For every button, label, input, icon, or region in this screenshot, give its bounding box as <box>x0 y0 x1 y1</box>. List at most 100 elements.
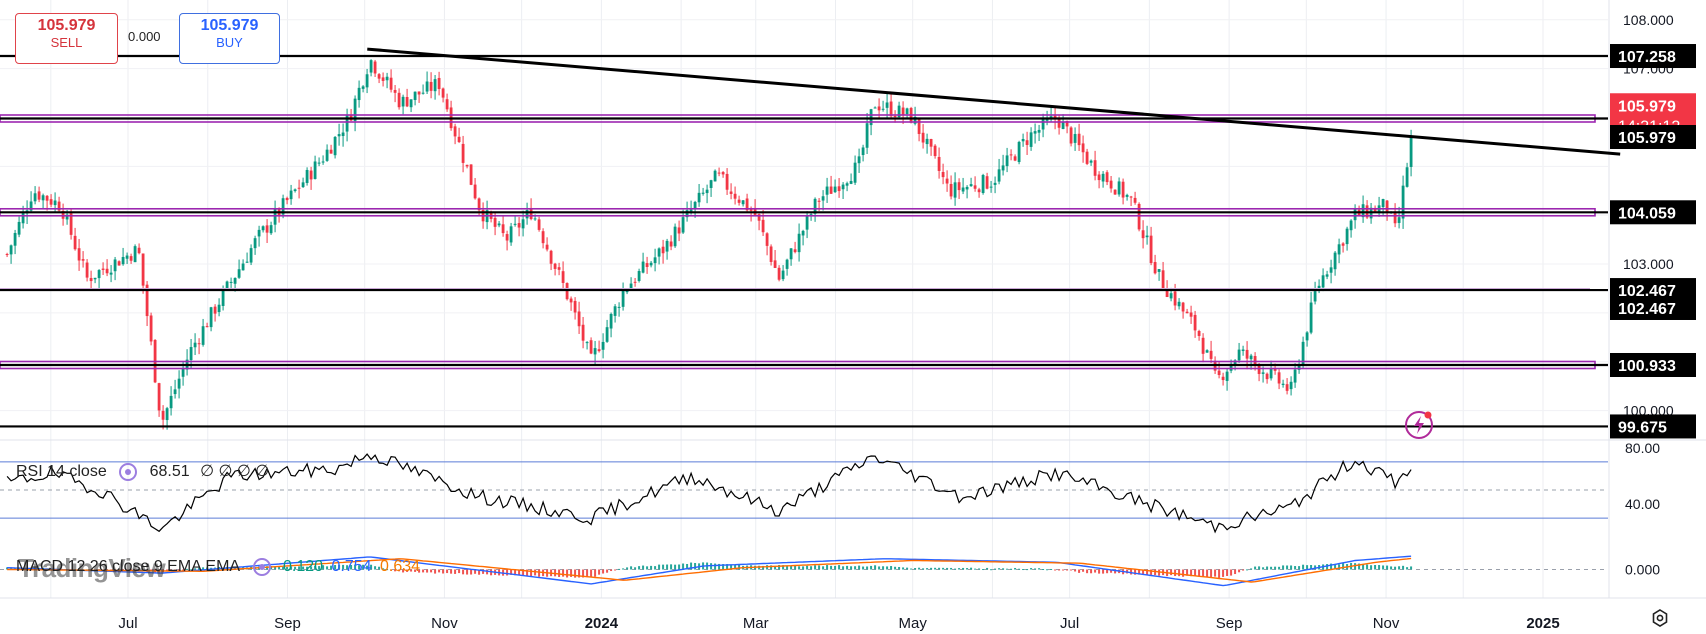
candle-body <box>585 342 589 344</box>
macd-histogram-bar <box>666 564 669 570</box>
sell-button[interactable]: 105.979 SELL <box>15 13 118 64</box>
candle-body <box>309 170 313 180</box>
candle-body <box>645 263 649 268</box>
candle-body <box>521 219 525 229</box>
macd-histogram-bar <box>1070 569 1073 571</box>
macd-histogram-bar <box>870 565 873 570</box>
candle-body <box>965 186 969 190</box>
flash-icon[interactable] <box>1403 409 1435 441</box>
candle-body <box>853 162 857 183</box>
candle-body <box>945 178 949 184</box>
buy-button[interactable]: 105.979 BUY <box>179 13 280 64</box>
macd-histogram-bar <box>934 567 937 570</box>
candle-body <box>413 91 417 101</box>
macd-signal-value: 0.634 <box>380 558 421 576</box>
macd-histogram-bar <box>1002 568 1005 570</box>
candle-body <box>465 164 469 167</box>
candle-body <box>1337 244 1341 255</box>
candle-body <box>609 313 613 329</box>
macd-histogram-bar <box>1062 569 1065 571</box>
macd-histogram-bar <box>1038 568 1041 570</box>
macd-histogram-bar <box>1302 564 1305 570</box>
macd-histogram-bar <box>1102 569 1105 574</box>
macd-histogram-bar <box>1226 569 1229 576</box>
macd-histogram-bar <box>794 565 797 570</box>
macd-histogram-bar <box>470 569 473 575</box>
candle-body <box>53 200 57 206</box>
macd-histogram-bar <box>1242 569 1245 571</box>
candle-body <box>1277 372 1281 384</box>
macd-histogram-bar <box>434 569 437 574</box>
macd-histogram-bar <box>714 563 717 570</box>
candle-body <box>929 139 933 147</box>
candle-body <box>241 263 245 271</box>
candle-body <box>1061 121 1065 130</box>
macd-histogram-bar <box>594 569 597 577</box>
candle-body <box>841 184 845 190</box>
candle-body <box>81 259 85 261</box>
candle-body <box>793 249 797 253</box>
macd-histogram-bar <box>430 569 433 573</box>
candle-body <box>333 136 337 156</box>
candle-body <box>1209 350 1213 359</box>
candle-body <box>677 227 681 234</box>
macd-histogram-bar <box>1266 566 1269 570</box>
macd-histogram-bar <box>1174 569 1177 577</box>
candle-body <box>501 224 505 234</box>
macd-histogram-bar <box>1410 566 1413 570</box>
candle-body <box>1005 155 1009 167</box>
candle-body <box>45 195 49 201</box>
macd-histogram-bar <box>442 569 445 574</box>
candle-body <box>849 180 853 184</box>
macd-legend[interactable]: MACD 12 26 close 9 EMA EMA 0.120 0.754 0… <box>16 558 420 576</box>
macd-histogram-bar <box>858 565 861 570</box>
candle-body <box>113 259 117 272</box>
macd-histogram-bar <box>610 569 613 572</box>
candle-body <box>969 184 973 187</box>
candle-body <box>1013 156 1017 161</box>
candle-body <box>573 300 577 313</box>
rsi-legend[interactable]: RSI 14 close 68.51 ∅ ∅ ∅ ∅ <box>16 461 269 481</box>
level-label: 107.258 <box>1618 49 1676 66</box>
candle-body <box>1129 196 1133 198</box>
macd-histogram-bar <box>898 566 901 570</box>
candle-body <box>941 171 945 178</box>
candle-body <box>441 88 445 98</box>
macd-histogram-bar <box>1022 569 1025 571</box>
macd-histogram-bar <box>1182 569 1185 577</box>
candle-body <box>37 191 41 200</box>
candle-body <box>1025 140 1029 145</box>
macd-histogram-bar <box>802 566 805 570</box>
candle-body <box>749 209 753 211</box>
macd-histogram-bar <box>602 569 605 574</box>
candle-body <box>649 262 653 266</box>
macd-histogram-bar <box>1234 569 1237 575</box>
candle-body <box>193 342 197 348</box>
macd-histogram-bar <box>1210 569 1213 578</box>
x-tick-label: Nov <box>1373 615 1400 632</box>
candle-body <box>453 126 457 137</box>
macd-histogram-bar <box>834 565 837 570</box>
candle-body <box>201 326 205 345</box>
price-chart[interactable]: 108.000107.000103.000100.000107.258105.9… <box>0 0 1706 634</box>
candle-body <box>1345 228 1349 245</box>
candle-body <box>1397 217 1401 223</box>
macd-histogram-bar <box>810 566 813 570</box>
indicator-settings-icon[interactable] <box>252 558 271 576</box>
candle-body <box>529 208 533 220</box>
candle-body <box>773 260 777 268</box>
macd-histogram-bar <box>1294 566 1297 570</box>
candle-body <box>77 248 81 261</box>
candle-body <box>1121 181 1125 198</box>
candle-body <box>1225 371 1229 381</box>
candle-body <box>125 255 129 259</box>
macd-histogram-bar <box>962 567 965 570</box>
candle-body <box>329 149 333 154</box>
indicator-settings-icon[interactable] <box>119 462 138 481</box>
candle-body <box>5 254 9 256</box>
settings-icon[interactable] <box>1650 608 1670 628</box>
macd-histogram-bar <box>1198 569 1201 577</box>
candle-body <box>1037 129 1041 133</box>
macd-histogram-bar <box>1170 569 1173 576</box>
candle-body <box>597 349 601 352</box>
